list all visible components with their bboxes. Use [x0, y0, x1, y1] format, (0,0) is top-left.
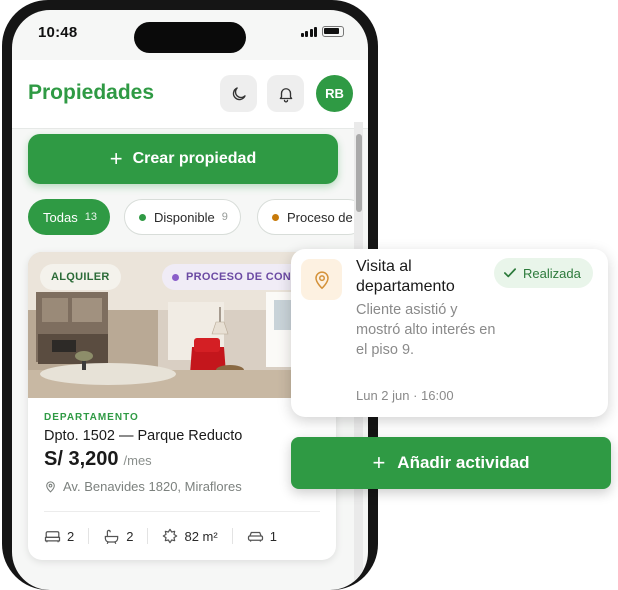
filter-chip-count: 9	[221, 211, 228, 223]
status-bar: 10:48	[12, 10, 368, 60]
bed-icon	[44, 531, 61, 543]
tag-alquiler: ALQUILER	[40, 264, 121, 290]
status-time: 10:48	[38, 24, 78, 41]
location-pin-icon	[46, 480, 55, 493]
create-property-label: Crear propiedad	[132, 150, 257, 167]
filter-chip-label: Proceso de	[287, 209, 353, 225]
avatar[interactable]: RB	[316, 75, 353, 112]
activity-status-badge: Realizada	[494, 258, 593, 288]
feature-bathrooms: 2	[103, 529, 133, 544]
property-address: Av. Benavides 1820, Miraflores	[63, 479, 242, 494]
feature-area: 82 m²	[162, 528, 218, 544]
property-name: Dpto. 1502 — Parque Reducto	[44, 428, 243, 444]
filter-chip-disponible[interactable]: Disponible 9	[124, 199, 241, 235]
bedrooms-count: 2	[67, 528, 75, 544]
filter-chip-proceso[interactable]: Proceso de	[257, 199, 354, 235]
status-dot-icon	[272, 213, 279, 221]
add-activity-button[interactable]: + Añadir actividad	[291, 437, 611, 489]
price-row: S/ 3,200 /mes	[44, 448, 324, 471]
tag-proceso-label: PROCESO DE CONTR	[186, 271, 307, 283]
area-icon	[163, 528, 178, 544]
scrollbar-thumb[interactable]	[356, 134, 362, 212]
plus-icon: +	[109, 146, 123, 171]
signal-icon	[300, 26, 317, 37]
divider	[147, 528, 149, 544]
dynamic-island	[134, 22, 246, 53]
filter-chip-todas[interactable]: Todas 13	[28, 199, 110, 235]
app-header: Propiedades RB	[12, 60, 368, 129]
feature-bedrooms: 2	[44, 529, 74, 544]
bell-icon	[279, 87, 292, 102]
property-card[interactable]: ALQUILER PROCESO DE CONTR DEPARTAMENTO D…	[28, 252, 336, 560]
property-features: 2 2 82 m² 1	[44, 524, 320, 548]
activity-title: Visita al departamento	[356, 258, 455, 295]
status-dot-icon	[172, 273, 179, 281]
feature-parking: 1	[247, 529, 277, 544]
page-title: Propiedades	[28, 81, 155, 104]
filter-chip-label: Todas	[43, 209, 78, 225]
activity-location-icon	[301, 259, 342, 300]
moon-icon	[232, 86, 246, 100]
activity-status-label: Realizada	[523, 265, 581, 281]
area-value: 82 m²	[184, 528, 218, 544]
property-details: DEPARTAMENTO Dpto. 1502 — Parque Reducto…	[44, 412, 324, 494]
bathtub-icon	[104, 529, 119, 544]
car-icon	[247, 531, 263, 542]
add-activity-label: Añadir actividad	[397, 453, 530, 472]
activity-date: Lun 2 jun · 16:00	[356, 388, 454, 403]
address-row: Av. Benavides 1820, Miraflores	[44, 479, 324, 494]
price-period: /mes	[123, 453, 152, 468]
notifications-button[interactable]	[267, 75, 304, 112]
divider	[88, 528, 90, 544]
battery-icon	[322, 26, 344, 37]
property-price: S/ 3,200	[44, 448, 119, 470]
bathrooms-count: 2	[126, 528, 134, 544]
create-property-button[interactable]: + Crear propiedad	[28, 134, 338, 184]
status-icons	[300, 26, 344, 37]
status-dot-icon	[139, 213, 146, 221]
plus-icon: +	[372, 450, 386, 475]
property-type: DEPARTAMENTO	[44, 412, 139, 423]
divider	[231, 528, 233, 544]
filter-chip-label: Disponible	[154, 209, 215, 225]
location-pin-icon	[314, 270, 329, 289]
parking-count: 1	[269, 528, 277, 544]
theme-toggle-button[interactable]	[220, 75, 257, 112]
activity-card[interactable]: Visita al departamento Realizada Cliente…	[291, 249, 608, 417]
check-icon	[504, 268, 516, 278]
divider	[44, 511, 320, 512]
filter-chips: Todas 13 Disponible 9 Proceso de	[28, 199, 354, 237]
activity-description: Cliente asistió y mostró alto interés en…	[356, 302, 496, 358]
filter-chip-count: 13	[84, 211, 97, 223]
